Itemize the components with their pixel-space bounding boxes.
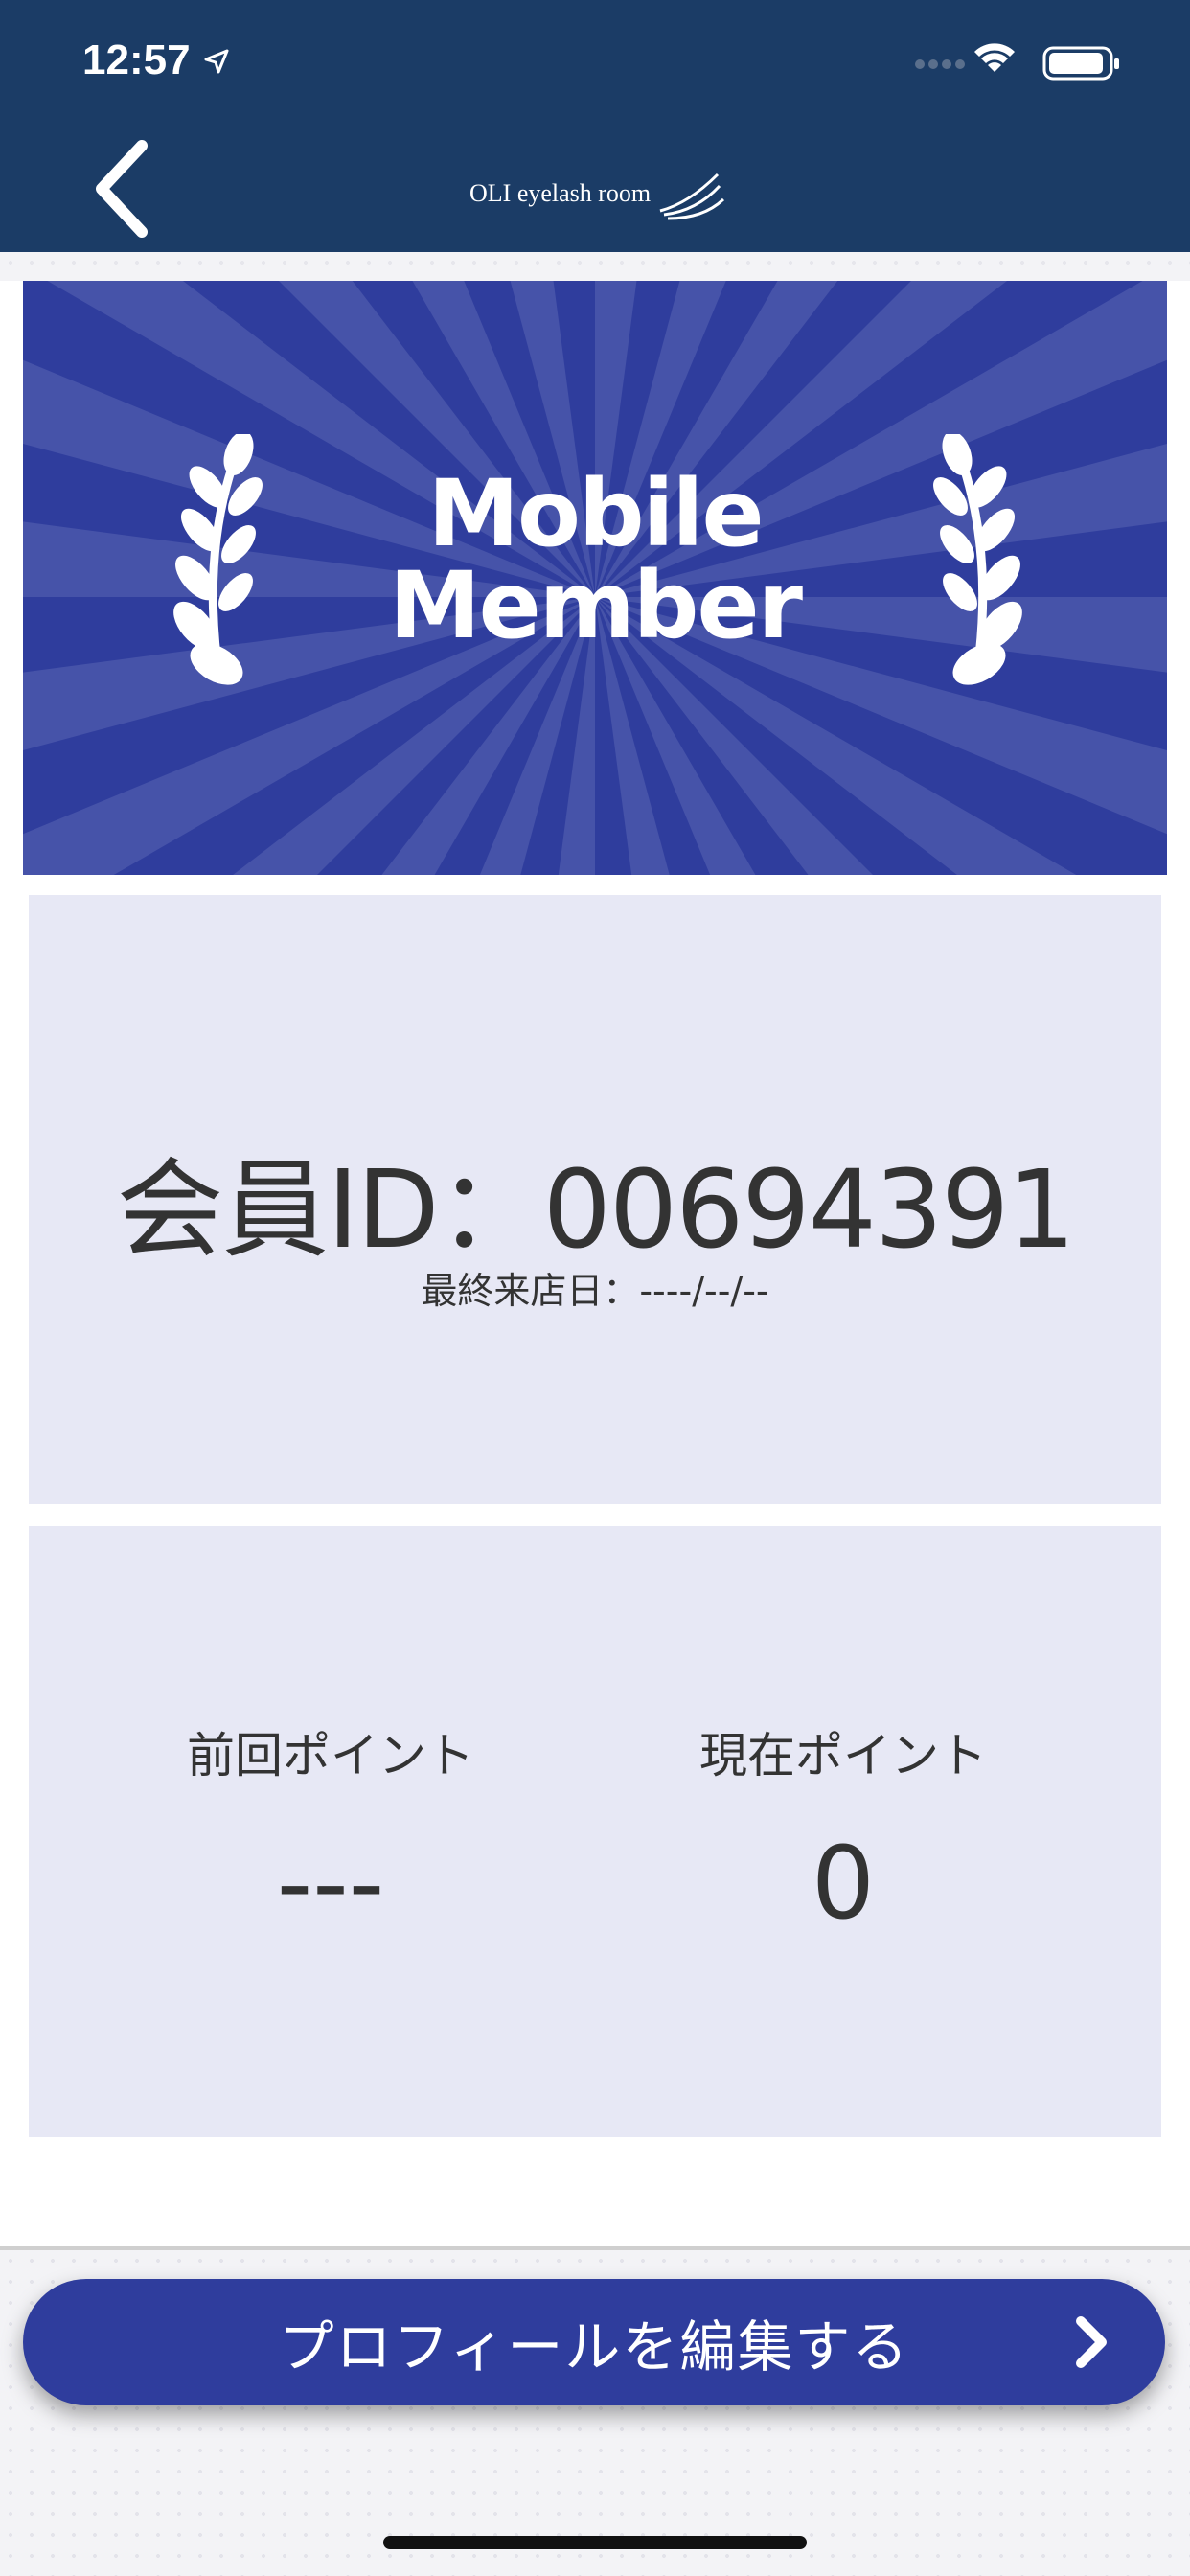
current-points-value: 0 xyxy=(811,1825,876,1942)
edit-profile-button[interactable]: プロフィールを編集する xyxy=(23,2279,1165,2405)
previous-points-label: 前回ポイント xyxy=(187,1728,474,1783)
status-bar: 12:57 xyxy=(0,0,1190,115)
laurel-right-icon xyxy=(933,434,1022,685)
last-visit: 最終来店日：----/--/-- xyxy=(29,1261,1161,1314)
status-indicators xyxy=(912,43,1133,81)
chevron-left-icon xyxy=(96,140,148,238)
member-banner: Mobile Member xyxy=(23,281,1167,875)
brand-logo: OLI eyelash room xyxy=(469,155,727,232)
time-text: 12:57 xyxy=(82,36,191,83)
battery-icon xyxy=(1042,46,1119,80)
previous-points-value: --- xyxy=(276,1825,385,1942)
home-indicator xyxy=(383,2536,807,2549)
swoosh-logo-icon xyxy=(659,172,725,220)
member-id-label: 会員ID： xyxy=(116,1148,544,1273)
current-points-label: 現在ポイント xyxy=(699,1728,987,1783)
previous-points: 前回ポイント --- xyxy=(62,1717,599,1942)
current-points: 現在ポイント 0 xyxy=(575,1717,1111,1942)
edit-profile-label: プロフィールを編集する xyxy=(278,2314,910,2380)
member-id: 会員ID：00694391 xyxy=(29,1123,1161,1278)
last-visit-value: ----/--/-- xyxy=(639,1270,769,1312)
signal-icon xyxy=(915,59,965,69)
last-visit-label: 最終来店日： xyxy=(421,1270,640,1312)
top-pattern xyxy=(0,252,1190,281)
app-header: OLI eyelash room xyxy=(0,115,1190,252)
chevron-right-icon xyxy=(1076,2316,1107,2368)
back-button[interactable] xyxy=(82,136,169,242)
location-arrow-icon xyxy=(204,49,229,74)
wifi-icon xyxy=(974,43,1015,72)
logo-text: OLI eyelash room xyxy=(469,179,652,207)
member-id-card: 会員ID：00694391 最終来店日：----/--/-- xyxy=(29,895,1161,1504)
points-card: 前回ポイント --- 現在ポイント 0 xyxy=(29,1526,1161,2137)
status-time: 12:57 xyxy=(82,36,231,84)
member-id-value: 00694391 xyxy=(542,1148,1076,1273)
